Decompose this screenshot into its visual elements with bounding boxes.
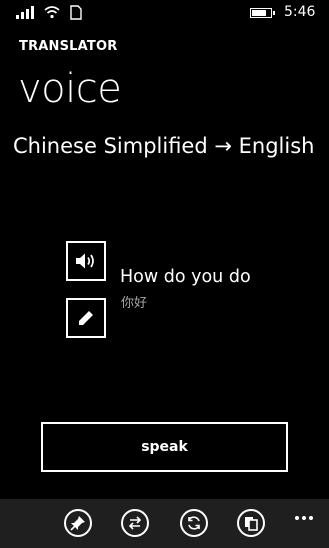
- copy-button[interactable]: [237, 509, 265, 537]
- app-title: TRANSLATOR: [19, 39, 118, 54]
- swap-icon: [128, 516, 142, 530]
- pencil-icon: [79, 311, 93, 325]
- copy-icon: [245, 517, 258, 531]
- edit-button[interactable]: [66, 298, 106, 338]
- speak-button[interactable]: speak: [41, 422, 288, 472]
- pin-icon: [70, 516, 85, 531]
- source-text: 你好: [121, 296, 148, 311]
- language-pair[interactable]: Chinese Simplified → English: [13, 134, 314, 158]
- signal-icon: [16, 6, 38, 19]
- wifi-icon: [44, 6, 60, 19]
- play-speech-button[interactable]: [66, 241, 106, 281]
- refresh-icon: [188, 516, 200, 530]
- translation-text: How do you do: [120, 267, 251, 287]
- refresh-button[interactable]: [180, 509, 208, 537]
- pin-button[interactable]: [64, 509, 92, 537]
- app-bar: [0, 499, 329, 548]
- status-bar: 5:46: [0, 0, 329, 26]
- battery-icon: [250, 8, 275, 18]
- page-title: voice: [18, 66, 122, 112]
- swap-languages-button[interactable]: [121, 509, 149, 537]
- sim-icon: [70, 5, 82, 20]
- speaker-icon: [76, 253, 94, 269]
- clock: 5:46: [284, 4, 316, 20]
- ellipsis-icon[interactable]: [295, 505, 316, 524]
